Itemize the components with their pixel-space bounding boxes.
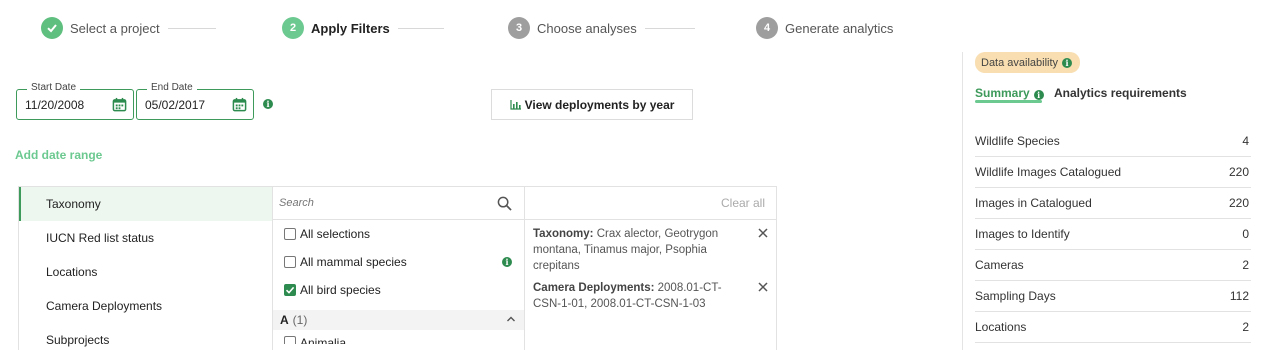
stat-row: Images in Catalogued 220 [975,188,1251,219]
option-label: All mammal species [300,255,407,269]
stat-label: Locations [975,320,1027,334]
search-bar [273,187,524,220]
stat-label: Images to Identify [975,227,1070,241]
step-select-project[interactable]: Select a project [41,16,216,40]
check-icon [285,286,295,294]
group-letter: A [280,313,289,327]
tab-analytics-requirements[interactable]: Analytics requirements [1054,86,1187,100]
stat-row: Sampling Days 112 [975,281,1251,312]
selected-filter-taxonomy: Taxonomy: Crax alector, Geotrygon montan… [525,220,777,274]
stat-value: 112 [1229,289,1249,303]
option-all-mammal-species[interactable]: All mammal species i [273,248,524,276]
stat-label: Cameras [975,258,1024,272]
chevron-up-icon[interactable] [506,314,516,324]
end-date-label: End Date [147,82,197,93]
start-date-field[interactable]: Start Date 11/20/2008 [16,82,134,120]
step-number: 3 [508,17,530,39]
stat-value: 2 [1242,320,1249,334]
calendar-icon[interactable] [112,97,127,112]
close-icon[interactable] [757,227,769,239]
checkbox-checked[interactable] [284,284,296,296]
data-availability-badge: Data availability i [975,52,1081,73]
stat-label: Wildlife Species [975,134,1060,148]
end-date-field[interactable]: End Date 05/02/2017 [136,82,254,120]
step-number: 2 [282,17,304,39]
stat-value: 2 [1242,258,1249,272]
badge-label: Data availability [981,56,1059,69]
option-label: All bird species [300,283,381,297]
group-header-a[interactable]: A (1) [273,310,524,330]
bar-chart-icon [509,99,521,110]
info-icon[interactable]: i [502,257,512,267]
tab-label: Summary [975,86,1030,100]
info-icon[interactable]: i [1062,57,1073,68]
stat-row: Images to Identify 0 [975,219,1251,250]
options-column: All selections All mammal species i All … [272,187,524,350]
start-date-label: Start Date [27,82,81,93]
category-iucn-red-list-status[interactable]: IUCN Red list status [19,221,272,255]
step-label: Apply Filters [311,20,390,36]
view-deployments-label: View deployments by year [524,97,675,112]
selected-filter-key: Camera Deployments: [533,282,655,294]
step-generate-analytics[interactable]: 4 Generate analytics [756,16,893,40]
step-label: Choose analyses [537,20,637,36]
stat-value: 0 [1242,227,1249,241]
group-count: (1) [292,313,308,327]
step-number: 4 [756,17,778,39]
tab-summary[interactable]: Summary i [975,86,1044,100]
stat-label: Wildlife Images Catalogued [975,165,1122,179]
category-locations[interactable]: Locations [19,255,272,289]
option-all-bird-species[interactable]: All bird species [273,276,524,304]
step-apply-filters[interactable]: 2 Apply Filters [282,16,444,40]
stat-value: 220 [1228,165,1249,179]
option-label: Animalia [300,336,347,344]
filter-panel: Taxonomy IUCN Red list status Locations … [18,186,777,350]
step-connector [167,27,216,29]
check-icon [41,17,63,39]
info-icon[interactable]: i [263,99,273,109]
stat-row: Wildlife Images Catalogued 220 [975,157,1251,188]
stat-row: Locations 2 [975,312,1251,343]
step-label: Generate analytics [785,20,894,36]
category-list: Taxonomy IUCN Red list status Locations … [19,187,272,350]
selected-filter-camera-deployments: Camera Deployments: 2008.01-CT-CSN-1-01,… [525,274,777,312]
calendar-icon[interactable] [232,97,247,112]
search-icon[interactable] [497,196,512,211]
category-subprojects[interactable]: Subprojects [19,323,272,350]
sidebar-divider [962,52,963,350]
stat-row: Cameras 2 [975,250,1251,281]
clear-all-button[interactable]: Clear all [525,187,777,220]
category-taxonomy[interactable]: Taxonomy [19,187,272,221]
checkbox[interactable] [284,336,296,344]
close-icon[interactable] [757,281,769,293]
add-date-range-link[interactable]: Add date range [15,148,102,162]
stat-label: Sampling Days [975,289,1056,303]
stat-value: 220 [1228,196,1249,210]
step-connector [644,27,695,29]
selected-filters-column: Clear all Taxonomy: Crax alector, Geotry… [524,187,777,350]
stat-row: Wildlife Species 4 [975,126,1251,157]
checkbox[interactable] [284,228,296,240]
end-date-value: 05/02/2017 [145,98,206,112]
summary-stats: Wildlife Species 4 Wildlife Images Catalo… [975,126,1251,343]
option-animalia[interactable]: Animalia [273,330,524,344]
option-all-selections[interactable]: All selections [273,220,524,248]
step-label: Select a project [70,20,160,36]
step-connector [397,27,444,29]
option-label: All selections [300,227,371,241]
stat-label: Images in Catalogued [975,196,1092,210]
view-deployments-button[interactable]: View deployments by year [491,89,693,120]
category-camera-deployments[interactable]: Camera Deployments [19,289,272,323]
step-choose-analyses[interactable]: 3 Choose analyses [508,16,695,40]
checkbox[interactable] [284,256,296,268]
search-input[interactable] [279,197,497,209]
stat-value: 4 [1242,134,1249,148]
start-date-value: 11/20/2008 [25,98,85,112]
info-icon[interactable]: i [1033,90,1044,100]
active-tab-indicator [975,100,1042,103]
selected-filter-key: Taxonomy: [533,228,594,240]
